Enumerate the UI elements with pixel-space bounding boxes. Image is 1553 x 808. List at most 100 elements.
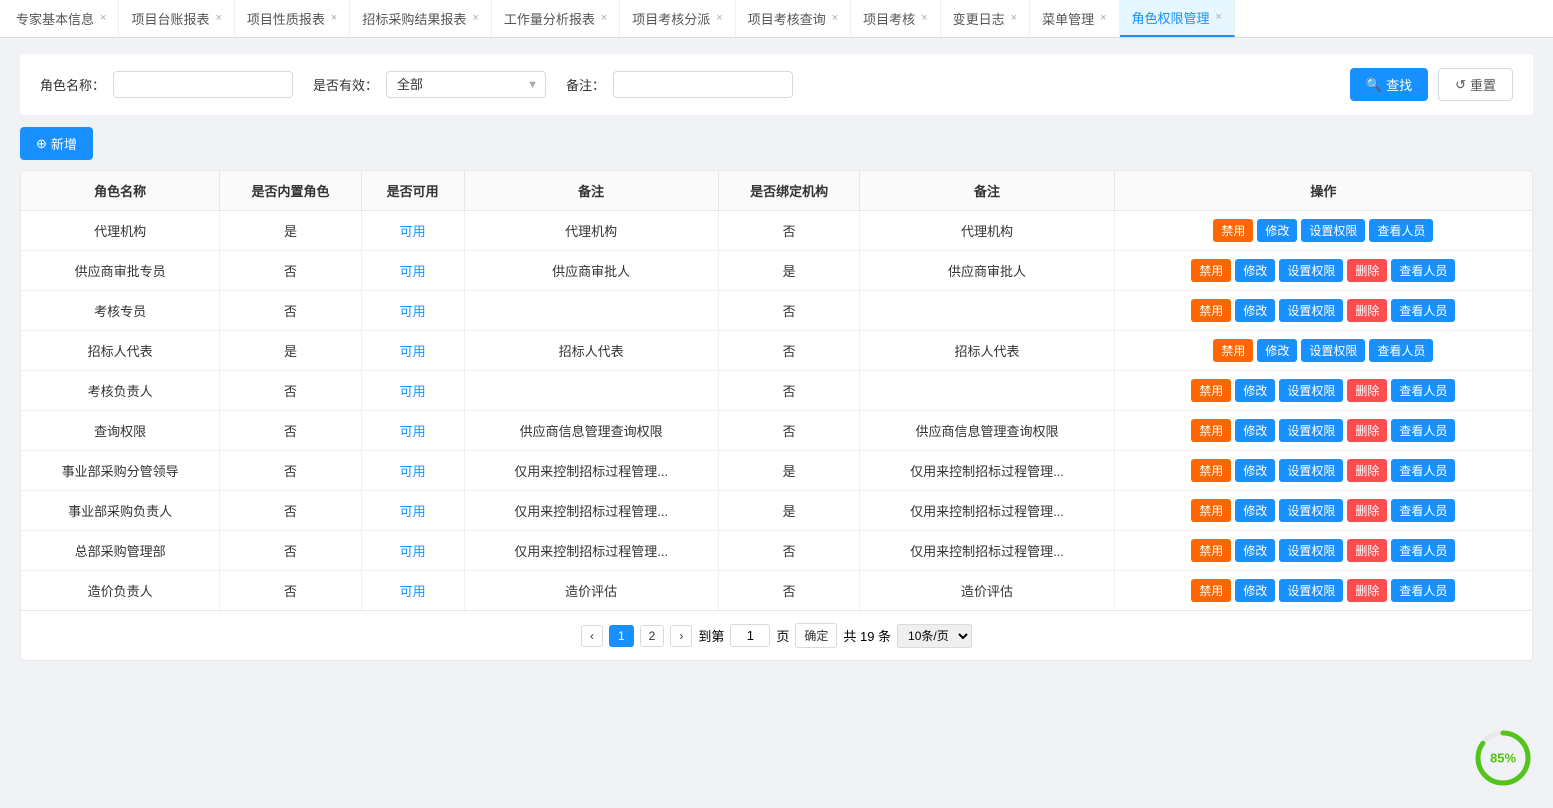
disable-button[interactable]: 禁用: [1191, 539, 1231, 562]
page-2-button[interactable]: 2: [640, 625, 665, 647]
view-button[interactable]: 查看人员: [1391, 299, 1455, 322]
page-size-select[interactable]: 10条/页20条/页50条/页: [897, 624, 972, 648]
permission-button[interactable]: 设置权限: [1279, 299, 1343, 322]
tab-tab1[interactable]: 专家基本信息×: [4, 0, 119, 37]
disable-button[interactable]: 禁用: [1191, 299, 1231, 322]
tab-tab5[interactable]: 工作量分析报表×: [492, 0, 620, 37]
close-icon[interactable]: ×: [472, 13, 478, 24]
close-icon[interactable]: ×: [100, 13, 106, 24]
view-button[interactable]: 查看人员: [1391, 579, 1455, 602]
delete-button[interactable]: 删除: [1347, 259, 1387, 282]
tab-tab4[interactable]: 招标采购结果报表×: [350, 0, 491, 37]
remark-input[interactable]: [613, 71, 793, 98]
delete-button[interactable]: 删除: [1347, 579, 1387, 602]
tab-label: 项目考核: [863, 9, 915, 28]
tab-tab2[interactable]: 项目台账报表 ×: [119, 0, 234, 37]
action-cell: 禁用修改设置权限删除查看人员: [1114, 371, 1532, 411]
close-icon[interactable]: ×: [832, 13, 838, 24]
view-button[interactable]: 查看人员: [1391, 459, 1455, 482]
edit-button[interactable]: 修改: [1235, 579, 1275, 602]
close-icon[interactable]: ×: [601, 13, 607, 24]
edit-button[interactable]: 修改: [1235, 379, 1275, 402]
delete-button[interactable]: 删除: [1347, 459, 1387, 482]
permission-button[interactable]: 设置权限: [1301, 219, 1365, 242]
next-page-button[interactable]: ›: [670, 625, 692, 647]
permission-button[interactable]: 设置权限: [1279, 579, 1343, 602]
reset-button[interactable]: ↺ 重置: [1438, 68, 1513, 101]
permission-button[interactable]: 设置权限: [1301, 339, 1365, 362]
delete-button[interactable]: 删除: [1347, 419, 1387, 442]
table-row: 招标人代表是可用招标人代表否招标人代表禁用修改设置权限查看人员: [21, 331, 1532, 371]
edit-button[interactable]: 修改: [1235, 459, 1275, 482]
tab-label: 变更日志: [953, 9, 1005, 28]
edit-button[interactable]: 修改: [1257, 219, 1297, 242]
view-button[interactable]: 查看人员: [1391, 259, 1455, 282]
disable-button[interactable]: 禁用: [1191, 499, 1231, 522]
total-count: 共 19 条: [843, 626, 891, 645]
permission-button[interactable]: 设置权限: [1279, 499, 1343, 522]
disable-button[interactable]: 禁用: [1213, 219, 1253, 242]
close-icon[interactable]: ×: [331, 13, 337, 24]
delete-button[interactable]: 删除: [1347, 539, 1387, 562]
column-header: 角色名称: [21, 171, 220, 211]
delete-button[interactable]: 删除: [1347, 379, 1387, 402]
tab-tab10[interactable]: 菜单管理 ×: [1030, 0, 1119, 37]
data-table: 角色名称是否内置角色是否可用备注是否绑定机构备注操作 代理机构是可用代理机构否代…: [21, 171, 1532, 610]
disable-button[interactable]: 禁用: [1191, 379, 1231, 402]
view-button[interactable]: 查看人员: [1391, 499, 1455, 522]
role-name-input[interactable]: [113, 71, 293, 98]
edit-button[interactable]: 修改: [1235, 259, 1275, 282]
tab-tab11[interactable]: 角色权限管理 ×: [1120, 0, 1235, 37]
close-icon[interactable]: ×: [1011, 13, 1017, 24]
permission-button[interactable]: 设置权限: [1279, 259, 1343, 282]
view-button[interactable]: 查看人员: [1391, 419, 1455, 442]
disable-button[interactable]: 禁用: [1191, 259, 1231, 282]
delete-button[interactable]: 删除: [1347, 299, 1387, 322]
is-valid-select[interactable]: 全部有效无效: [386, 71, 546, 98]
close-icon[interactable]: ×: [716, 13, 722, 24]
view-button[interactable]: 查看人员: [1391, 539, 1455, 562]
permission-button[interactable]: 设置权限: [1279, 379, 1343, 402]
page-1-button[interactable]: 1: [609, 625, 634, 647]
edit-button[interactable]: 修改: [1235, 419, 1275, 442]
tab-label: 项目考核查询: [748, 9, 826, 28]
action-cell: 禁用修改设置权限删除查看人员: [1114, 411, 1532, 451]
search-button[interactable]: 🔍 查找: [1350, 68, 1428, 101]
view-button[interactable]: 查看人员: [1369, 219, 1433, 242]
disable-button[interactable]: 禁用: [1191, 459, 1231, 482]
view-button[interactable]: 查看人员: [1369, 339, 1433, 362]
close-icon[interactable]: ×: [921, 13, 927, 24]
disable-button[interactable]: 禁用: [1191, 419, 1231, 442]
page-confirm-button[interactable]: 确定: [795, 623, 837, 648]
tab-label: 项目台账报表: [131, 9, 209, 28]
tab-tab9[interactable]: 变更日志 ×: [941, 0, 1030, 37]
edit-button[interactable]: 修改: [1257, 339, 1297, 362]
table-row: 总部采购管理部否可用仅用来控制招标过程管理...否仅用来控制招标过程管理...禁…: [21, 531, 1532, 571]
tab-label: 菜单管理: [1042, 9, 1094, 28]
close-icon[interactable]: ×: [215, 13, 221, 24]
disable-button[interactable]: 禁用: [1191, 579, 1231, 602]
permission-button[interactable]: 设置权限: [1279, 419, 1343, 442]
add-button[interactable]: ⊕ 新增: [20, 127, 93, 160]
tab-tab7[interactable]: 项目考核查询 ×: [736, 0, 851, 37]
prev-page-button[interactable]: ‹: [581, 625, 603, 647]
close-icon[interactable]: ×: [1100, 13, 1106, 24]
table-row: 考核专员否可用否禁用修改设置权限删除查看人员: [21, 291, 1532, 331]
disable-button[interactable]: 禁用: [1213, 339, 1253, 362]
edit-button[interactable]: 修改: [1235, 539, 1275, 562]
tab-label: 角色权限管理: [1132, 8, 1210, 27]
edit-button[interactable]: 修改: [1235, 499, 1275, 522]
permission-button[interactable]: 设置权限: [1279, 539, 1343, 562]
tab-tab3[interactable]: 项目性质报表×: [235, 0, 350, 37]
close-icon[interactable]: ×: [1216, 12, 1222, 23]
toolbar: ⊕ 新增: [20, 127, 1533, 160]
plus-icon: ⊕: [36, 136, 47, 152]
edit-button[interactable]: 修改: [1235, 299, 1275, 322]
tab-tab6[interactable]: 项目考核分派×: [620, 0, 735, 37]
permission-button[interactable]: 设置权限: [1279, 459, 1343, 482]
page-goto-input[interactable]: [730, 624, 770, 647]
table-header: 角色名称是否内置角色是否可用备注是否绑定机构备注操作: [21, 171, 1532, 211]
tab-tab8[interactable]: 项目考核 ×: [851, 0, 940, 37]
view-button[interactable]: 查看人员: [1391, 379, 1455, 402]
delete-button[interactable]: 删除: [1347, 499, 1387, 522]
